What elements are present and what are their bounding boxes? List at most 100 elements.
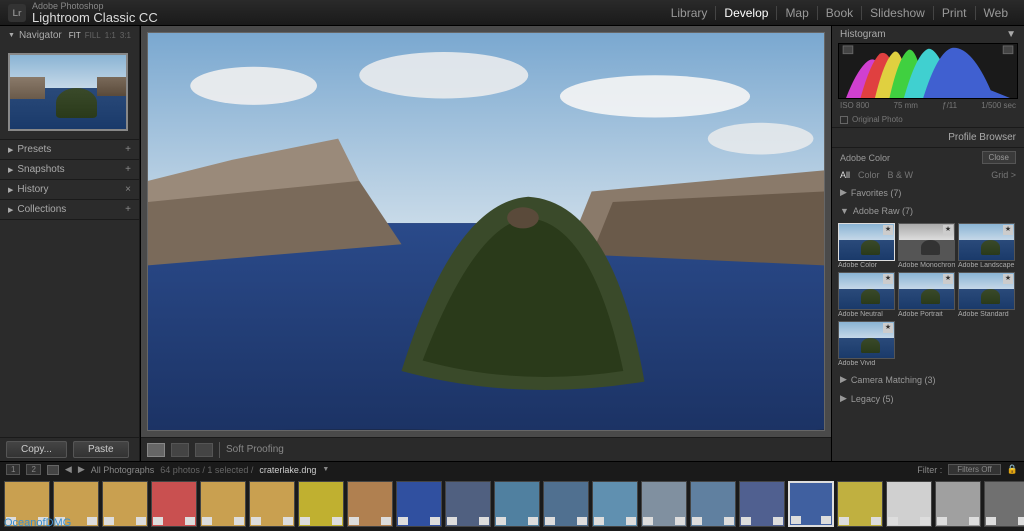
flag-icon[interactable] [986, 517, 996, 525]
tab-bw[interactable]: B & W [888, 170, 914, 180]
tab-color[interactable]: Color [858, 170, 880, 180]
module-library[interactable]: Library [663, 6, 716, 20]
filmstrip-thumb[interactable] [200, 481, 246, 527]
filmstrip-thumb[interactable] [592, 481, 638, 527]
presets-header[interactable]: ▶Presets+ [0, 140, 139, 159]
flag-icon[interactable] [692, 517, 702, 525]
badge-icon[interactable] [626, 517, 636, 525]
badge-icon[interactable] [234, 517, 244, 525]
filmstrip-thumb[interactable] [935, 481, 981, 527]
star-icon[interactable]: ★ [943, 274, 953, 284]
profile-item[interactable]: ★Adobe Standard [958, 272, 1015, 318]
module-develop[interactable]: Develop [715, 6, 776, 20]
flag-icon[interactable] [791, 516, 801, 524]
loupe-view-icon[interactable] [147, 443, 165, 457]
badge-icon[interactable] [185, 517, 195, 525]
snapshots-header[interactable]: ▶Snapshots+ [0, 160, 139, 179]
legacy-category[interactable]: ▶Legacy (5) [832, 389, 1024, 408]
grid-icon[interactable] [47, 465, 59, 475]
filmstrip-thumb[interactable] [347, 481, 393, 527]
filmstrip-thumb[interactable] [298, 481, 344, 527]
histogram-header[interactable]: Histogram▼ [832, 26, 1024, 43]
flag-icon[interactable] [839, 517, 849, 525]
badge-icon[interactable] [724, 517, 734, 525]
zoom-1-1[interactable]: 1:1 [105, 31, 116, 40]
plus-icon[interactable]: + [125, 164, 131, 175]
badge-icon[interactable] [87, 517, 97, 525]
flag-icon[interactable] [104, 517, 114, 525]
badge-icon[interactable] [332, 517, 342, 525]
camera-matching-category[interactable]: ▶Camera Matching (3) [832, 370, 1024, 389]
filmstrip[interactable]: OceanofDMG [0, 477, 1024, 531]
flag-icon[interactable] [447, 517, 457, 525]
flag-icon[interactable] [496, 517, 506, 525]
badge-icon[interactable] [430, 517, 440, 525]
badge-icon[interactable] [479, 517, 489, 525]
profile-item[interactable]: ★Adobe Color [838, 223, 895, 269]
flag-icon[interactable] [937, 517, 947, 525]
profile-item[interactable]: ★Adobe Monochrome [898, 223, 955, 269]
module-book[interactable]: Book [817, 6, 861, 20]
badge-icon[interactable] [920, 517, 930, 525]
flag-icon[interactable] [741, 517, 751, 525]
filters-off-button[interactable]: Filters Off [948, 464, 1001, 475]
module-slideshow[interactable]: Slideshow [861, 6, 933, 20]
filmstrip-thumb[interactable] [739, 481, 785, 527]
filmstrip-thumb[interactable] [984, 481, 1024, 527]
filmstrip-thumb[interactable] [788, 481, 834, 527]
plus-icon[interactable]: + [125, 144, 131, 155]
badge-icon[interactable] [969, 517, 979, 525]
zoom-fill[interactable]: FILL [85, 31, 101, 40]
profile-item[interactable]: ★Adobe Portrait [898, 272, 955, 318]
badge-icon[interactable] [136, 517, 146, 525]
filmstrip-thumb[interactable] [445, 481, 491, 527]
adobe-raw-category[interactable]: ▼Adobe Raw (7) [832, 202, 1024, 220]
zoom-fit[interactable]: FIT [69, 31, 81, 40]
grid-view-toggle[interactable]: Grid > [991, 170, 1016, 180]
module-map[interactable]: Map [776, 6, 816, 20]
filmstrip-thumb[interactable] [102, 481, 148, 527]
star-icon[interactable]: ★ [883, 274, 893, 284]
photo-canvas[interactable] [147, 32, 825, 431]
profile-item[interactable]: ★Adobe Neutral [838, 272, 895, 318]
checkbox-icon[interactable] [840, 116, 848, 124]
filmstrip-thumb[interactable] [396, 481, 442, 527]
paste-button[interactable]: Paste [73, 441, 129, 458]
filmstrip-thumb[interactable] [151, 481, 197, 527]
zoom-3-1[interactable]: 3:1 [120, 31, 131, 40]
star-icon[interactable]: ★ [1003, 274, 1013, 284]
chevron-down-icon[interactable]: ▼ [322, 466, 329, 473]
badge-icon[interactable] [381, 517, 391, 525]
flag-icon[interactable] [300, 517, 310, 525]
badge-icon[interactable] [283, 517, 293, 525]
badge-icon[interactable] [528, 517, 538, 525]
lock-icon[interactable]: 🔒 [1007, 464, 1018, 475]
flag-icon[interactable] [349, 517, 359, 525]
filmstrip-thumb[interactable] [543, 481, 589, 527]
favorites-category[interactable]: ▶Favorites (7) [832, 183, 1024, 202]
before-after-icon[interactable] [171, 443, 189, 457]
navigator-preview[interactable] [8, 53, 128, 131]
plus-icon[interactable]: + [125, 204, 131, 215]
chevron-left-icon[interactable]: ◀ [65, 464, 72, 475]
star-icon[interactable]: ★ [883, 225, 893, 235]
profile-item[interactable]: ★Adobe Vivid [838, 321, 895, 367]
compare-icon[interactable] [195, 443, 213, 457]
copy-button[interactable]: Copy... [6, 441, 67, 458]
badge-icon[interactable] [871, 517, 881, 525]
history-header[interactable]: ▶History× [0, 180, 139, 199]
soft-proofing-label[interactable]: Soft Proofing [226, 444, 284, 455]
filmstrip-thumb[interactable] [886, 481, 932, 527]
star-icon[interactable]: ★ [943, 225, 953, 235]
filmstrip-thumb[interactable] [249, 481, 295, 527]
navigator-header[interactable]: ▼ Navigator FIT FILL 1:1 3:1 [0, 26, 139, 45]
badge-icon[interactable] [821, 516, 831, 524]
flag-icon[interactable] [202, 517, 212, 525]
filmstrip-thumb[interactable] [641, 481, 687, 527]
chevron-right-icon[interactable]: ▶ [78, 464, 85, 475]
breadcrumb[interactable]: All Photographs [91, 465, 155, 475]
plus-icon[interactable]: × [125, 184, 131, 195]
flag-icon[interactable] [643, 517, 653, 525]
original-photo-toggle[interactable]: Original Photo [832, 112, 1024, 127]
star-icon[interactable]: ★ [883, 323, 893, 333]
